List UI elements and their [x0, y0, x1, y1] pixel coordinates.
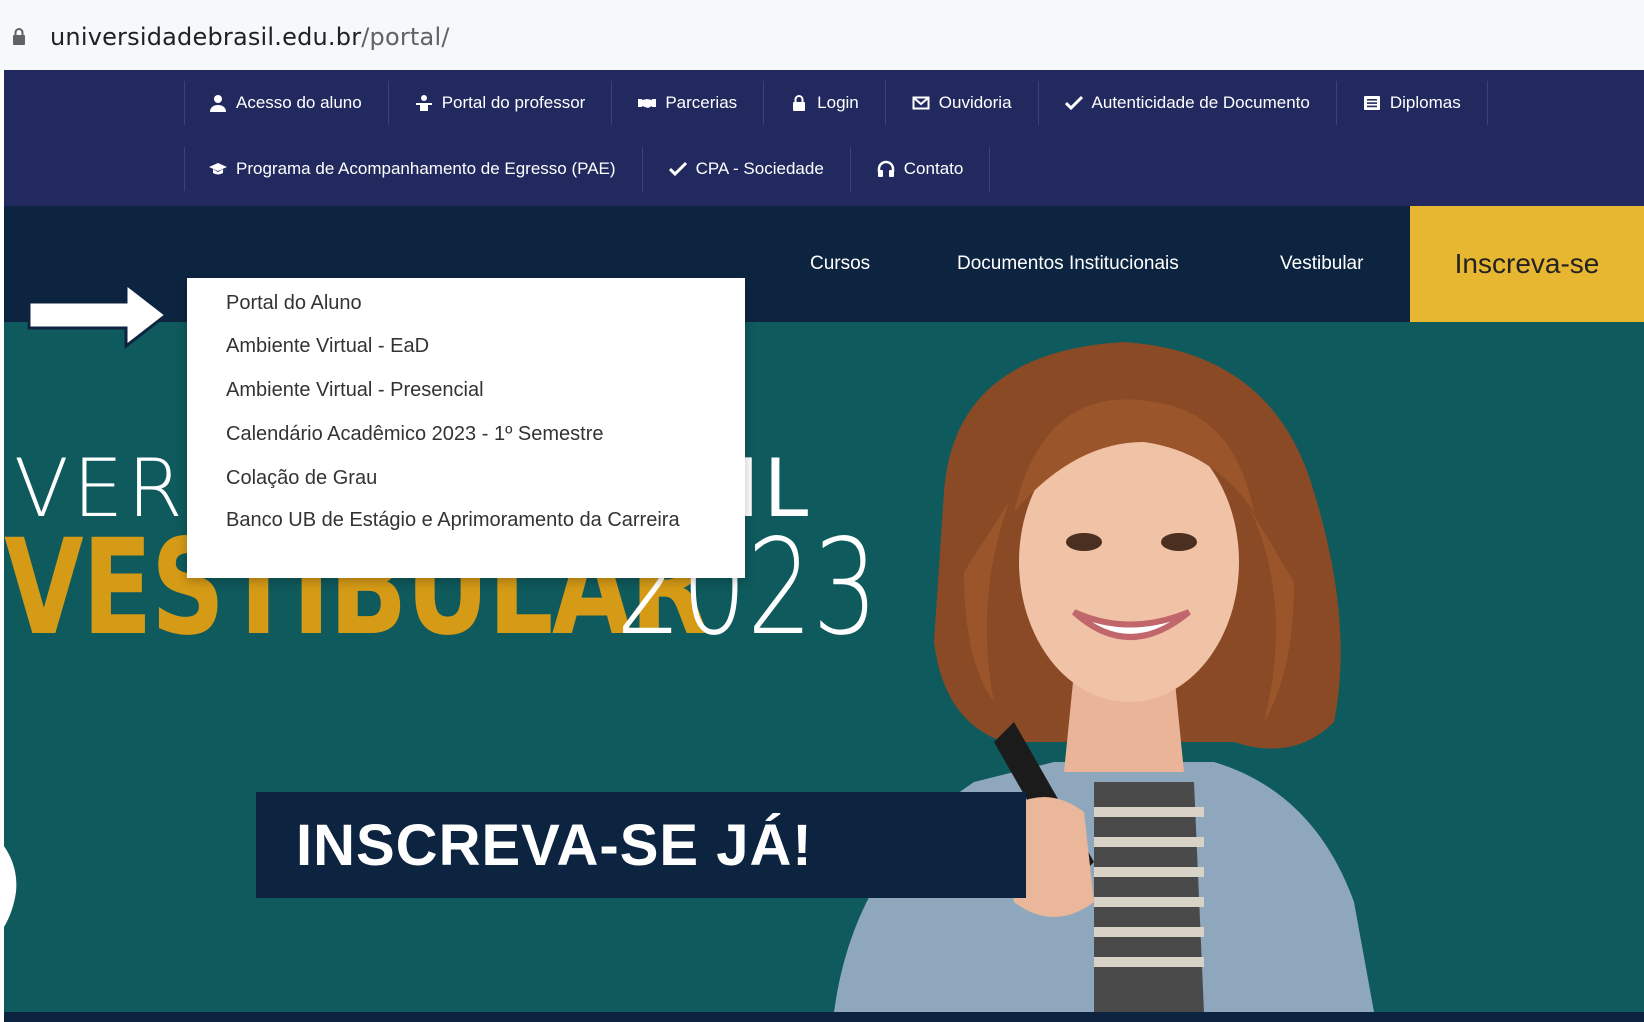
diplomas-link[interactable]: Diplomas	[1337, 81, 1488, 125]
page-viewport: Acesso do aluno Portal do professor Parc…	[4, 70, 1644, 1022]
url-text[interactable]: universidadebrasil.edu.br/portal/	[50, 20, 450, 54]
dropdown-item-colacao-de-grau[interactable]: Colação de Grau	[226, 467, 377, 490]
autenticidade-label: Autenticidade de Documento	[1091, 93, 1310, 112]
teacher-icon	[415, 95, 432, 111]
lock-icon	[13, 28, 25, 45]
parcerias-link[interactable]: Parcerias	[612, 81, 765, 125]
nav-vestibular[interactable]: Vestibular	[1280, 206, 1363, 322]
user-icon	[210, 95, 226, 112]
ouvidoria-label: Ouvidoria	[938, 93, 1012, 112]
utility-row-2: Programa de Acompanhamento de Egresso (P…	[184, 138, 991, 200]
utility-row-1: Acesso do aluno Portal do professor Parc…	[184, 72, 1488, 134]
top-utility-bar: Acesso do aluno Portal do professor Parc…	[4, 70, 1644, 206]
ouvidoria-link[interactable]: Ouvidoria	[886, 81, 1039, 125]
diplomas-label: Diplomas	[1389, 93, 1461, 112]
portal-do-professor-link[interactable]: Portal do professor	[389, 81, 613, 125]
envelope-icon	[912, 96, 930, 110]
dropdown-item-calendario-academico[interactable]: Calendário Acadêmico 2023 - 1º Semestre	[226, 423, 604, 446]
contato-link[interactable]: Contato	[851, 147, 991, 191]
handshake-icon	[638, 99, 657, 108]
headphones-icon	[877, 160, 895, 177]
check-icon	[1064, 95, 1083, 111]
acesso-do-aluno-link[interactable]: Acesso do aluno	[184, 81, 389, 125]
acesso-do-aluno-label: Acesso do aluno	[236, 93, 362, 112]
dropdown-item-ambiente-virtual-ead[interactable]: Ambiente Virtual - EaD	[226, 335, 429, 358]
dropdown-item-ambiente-virtual-presencial[interactable]: Ambiente Virtual - Presencial	[226, 379, 484, 402]
autenticidade-link[interactable]: Autenticidade de Documento	[1039, 81, 1337, 125]
annotation-arrow-icon	[27, 280, 169, 350]
portal-do-professor-label: Portal do professor	[441, 93, 586, 112]
lock-icon	[793, 95, 806, 111]
cpa-sociedade-link[interactable]: CPA - Sociedade	[643, 147, 851, 191]
bottom-bar	[4, 1012, 1644, 1022]
login-label: Login	[817, 93, 859, 112]
dropdown-item-portal-do-aluno[interactable]: Portal do Aluno	[226, 292, 362, 315]
login-link[interactable]: Login	[764, 81, 886, 125]
cpa-sociedade-label: CPA - Sociedade	[695, 159, 824, 178]
leaf-graphic	[4, 846, 17, 927]
pae-label: Programa de Acompanhamento de Egresso (P…	[236, 159, 616, 178]
nav-documentos-institucionais[interactable]: Documentos Institucionais	[957, 206, 1179, 322]
inscreva-se-button[interactable]: Inscreva-se	[1410, 206, 1644, 322]
inscreva-se-ja-text: INSCREVA-SE JÁ!	[296, 813, 813, 878]
nav-cursos[interactable]: Cursos	[810, 206, 870, 322]
url-path: /portal/	[361, 23, 450, 51]
url-domain: universidadebrasil.edu.br	[50, 23, 362, 51]
graduation-cap-icon	[209, 163, 227, 175]
browser-address-bar[interactable]: universidadebrasil.edu.br/portal/	[0, 0, 1644, 70]
dropdown-item-banco-ub-estagio[interactable]: Banco UB de Estágio e Aprimoramento da C…	[226, 509, 680, 532]
pae-link[interactable]: Programa de Acompanhamento de Egresso (P…	[184, 147, 643, 191]
parcerias-label: Parcerias	[665, 93, 738, 112]
acesso-do-aluno-dropdown: Portal do Aluno Ambiente Virtual - EaD A…	[187, 278, 745, 578]
student-photo	[834, 342, 1374, 1012]
contato-label: Contato	[903, 159, 964, 178]
inscreva-se-ja-banner[interactable]: INSCREVA-SE JÁ!	[256, 792, 1026, 898]
check-icon	[668, 161, 687, 177]
list-icon	[1363, 96, 1380, 110]
